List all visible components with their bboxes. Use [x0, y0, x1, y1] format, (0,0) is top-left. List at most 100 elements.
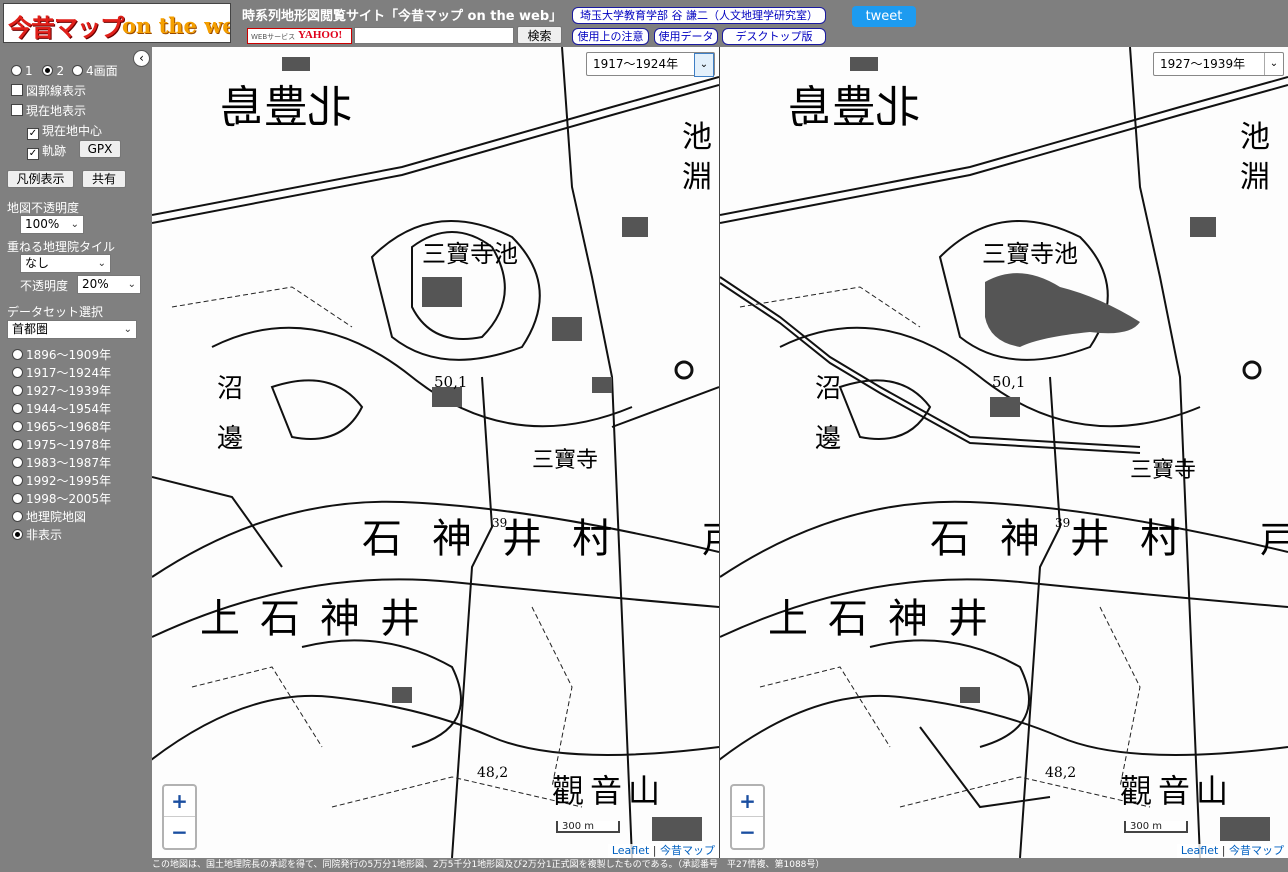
period-option[interactable]: 1983〜1987年 [12, 454, 111, 471]
author-link[interactable]: 埼玉大学教育学部 谷 謙二（人文地理学研究室） [572, 7, 826, 24]
radio-icon [12, 349, 23, 360]
map-label-ike: 池 [1240, 120, 1270, 155]
scale-bar: 300 m [556, 821, 620, 833]
current-location-toggle[interactable]: 現在地表示 [11, 102, 86, 119]
map-label-to: 戸 [1260, 520, 1288, 561]
radio-icon [12, 439, 23, 450]
period-option[interactable]: 地理院地図 [12, 508, 86, 525]
yahoo-logo: YAHOO! [298, 29, 343, 41]
period-option[interactable]: 1927〜1939年 [12, 382, 111, 399]
logo-japanese: 今昔マップ [8, 14, 124, 42]
dataset-select[interactable]: 首都圏 ⌄ [7, 320, 137, 339]
copyright-notice: この地図は、国土地理院長の承認を得て、同院発行の5万分1地形図、2万5千分1地形… [152, 858, 1288, 872]
map-label-39: 39 [492, 516, 507, 530]
map-label-sanpoji-pond: 三寶寺池 [982, 240, 1078, 268]
center-on-location-toggle[interactable]: ✓ 現在地中心 [27, 122, 102, 140]
usage-notes-link[interactable]: 使用上の注意 [572, 28, 649, 45]
radio-icon [12, 493, 23, 504]
zoom-out-button[interactable]: − [164, 817, 195, 848]
logo-english: on the web [122, 13, 230, 38]
map-label-fuchi: 淵 [1240, 160, 1270, 195]
gpx-button[interactable]: GPX [79, 140, 121, 158]
map-label-kitatoshima: 北豊島 [220, 82, 352, 133]
map-label-kannonyama: 觀音山 [552, 772, 666, 810]
collapse-sidebar-button[interactable]: ‹ [133, 50, 150, 67]
search-button[interactable]: 検索 [517, 26, 562, 44]
map-label-482: 48,2 [1045, 765, 1076, 781]
zoom-out-button[interactable]: − [732, 817, 763, 848]
zoom-control-right: + − [730, 784, 765, 850]
map-pane-left[interactable]: 北豊島 池 淵 三寶寺池 50,1 沼 邊 三寶寺 石神井村 戸 39 上石神井… [152, 47, 719, 858]
radio-icon [71, 65, 83, 76]
radio-icon [12, 457, 23, 468]
checkbox-icon [11, 84, 23, 96]
data-used-link[interactable]: 使用データ [654, 28, 718, 45]
chevron-down-icon: ⌄ [97, 258, 106, 269]
dataset-label: データセット選択 [7, 305, 104, 319]
period-option-hidden[interactable]: 非表示 [12, 526, 62, 543]
period-option[interactable]: 1917〜1924年 [12, 364, 111, 381]
radio-checked-icon [42, 65, 54, 76]
period-option[interactable]: 1965〜1968年 [12, 418, 111, 435]
konjaku-map-link[interactable]: 今昔マップ [660, 844, 715, 857]
map-opacity-select[interactable]: 100% ⌄ [20, 215, 84, 234]
radio-icon [12, 403, 23, 414]
period-option[interactable]: 1975〜1978年 [12, 436, 111, 453]
map-pane-right[interactable]: 北豊島 池 淵 三寶寺池 50,1 沼 邊 三寶寺 石神井村 戸 39 上石神井… [720, 47, 1288, 858]
radio-icon [12, 475, 23, 486]
zoom-in-button[interactable]: + [164, 786, 195, 817]
overlay-opacity-select[interactable]: 20% ⌄ [77, 275, 141, 294]
tweet-button[interactable]: tweet [852, 6, 916, 27]
radio-icon [12, 421, 23, 432]
radio-icon [12, 367, 23, 378]
zoom-in-button[interactable]: + [732, 786, 763, 817]
period-option[interactable]: 1992〜1995年 [12, 472, 111, 489]
screen-mode-2[interactable]: 2 [42, 64, 64, 78]
chevron-down-icon: ⌄ [127, 279, 136, 290]
desktop-version-link[interactable]: デスクトップ版 [722, 28, 826, 45]
screen-mode-1[interactable]: 1 [11, 64, 33, 78]
share-button[interactable]: 共有 [82, 170, 126, 188]
map-label-numa: 沼 [217, 374, 243, 404]
map-label-kannonyama: 觀音山 [1120, 772, 1234, 810]
checkbox-checked-icon: ✓ [27, 128, 39, 140]
leaflet-link[interactable]: Leaflet [612, 844, 649, 857]
radio-icon [12, 385, 23, 396]
map-label-482: 48,2 [477, 765, 508, 781]
map-label-ike: 池 [682, 120, 712, 155]
map-opacity-label: 地図不透明度 [7, 201, 80, 215]
leaflet-link[interactable]: Leaflet [1181, 844, 1218, 857]
screen-mode-4[interactable]: 4画面 [71, 64, 118, 78]
map-label-fuchi: 淵 [682, 160, 712, 195]
track-toggle[interactable]: ✓ 軌跡 [27, 142, 66, 160]
period-option[interactable]: 1998〜2005年 [12, 490, 111, 507]
attribution: Leaflet | 今昔マップ [607, 844, 719, 858]
period-select-left[interactable]: 1917〜1924年 ⌄ [586, 52, 715, 77]
overlay-tile-select[interactable]: なし ⌄ [20, 254, 111, 273]
radio-icon [11, 65, 22, 76]
attribution: Leaflet | 今昔マップ [1176, 844, 1288, 858]
site-logo[interactable]: 今昔マップ on the web [3, 3, 231, 43]
period-select-right[interactable]: 1927〜1939年 ⌄ [1153, 52, 1284, 76]
overlay-opacity-label: 不透明度 [20, 279, 69, 293]
scale-bar: 300 m [1124, 821, 1188, 833]
legend-button[interactable]: 凡例表示 [7, 170, 74, 188]
search-input[interactable] [354, 27, 514, 44]
overlay-tile-label: 重ねる地理院タイル [7, 240, 116, 254]
konjaku-map-link[interactable]: 今昔マップ [1229, 844, 1284, 857]
chevron-down-icon: ⌄ [123, 324, 132, 335]
yahoo-web-services-badge[interactable]: WEBサービス YAHOO! [247, 28, 352, 44]
topographic-map-image: 北豊島 池 淵 三寶寺池 50,1 沼 邊 三寶寺 石神井村 戸 39 上石神井… [152, 47, 719, 858]
map-label-501: 50,1 [434, 373, 467, 391]
radio-icon [12, 511, 23, 522]
map-label-kamishakujii: 上石神井 [200, 596, 440, 642]
map-label-sanpoji: 三寶寺 [532, 448, 598, 473]
zoom-control-left: + − [162, 784, 197, 850]
map-label-39: 39 [1055, 516, 1070, 530]
chevron-down-icon: ⌄ [70, 219, 79, 230]
chevron-down-icon: ⌄ [1264, 53, 1283, 75]
map-label-be: 邊 [815, 424, 841, 454]
period-option[interactable]: 1896〜1909年 [12, 346, 111, 363]
grid-lines-toggle[interactable]: 図郭線表示 [11, 82, 86, 99]
period-option[interactable]: 1944〜1954年 [12, 400, 111, 417]
